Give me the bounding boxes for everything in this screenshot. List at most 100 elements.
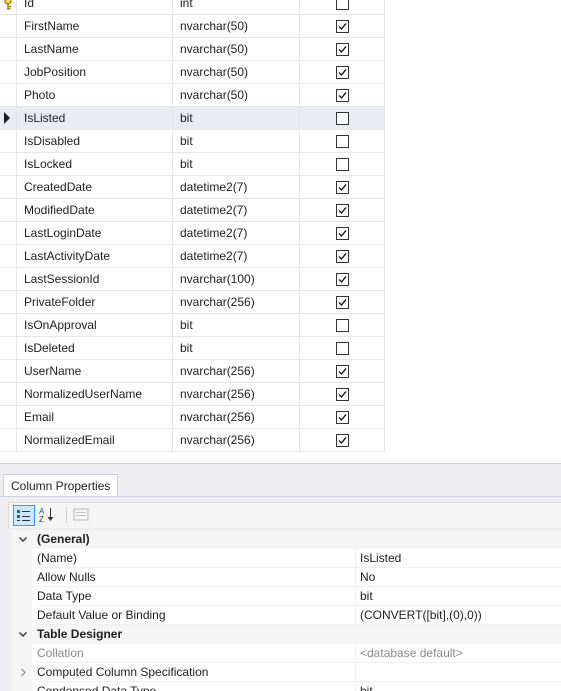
column-name-cell[interactable]: IsDeleted xyxy=(17,337,173,359)
allow-nulls-checkbox[interactable] xyxy=(336,365,349,378)
allow-nulls-checkbox[interactable] xyxy=(336,273,349,286)
data-type-cell[interactable]: bit xyxy=(173,107,300,129)
table-row[interactable]: JobPosition nvarchar(50) xyxy=(0,61,385,84)
data-type-cell[interactable]: bit xyxy=(173,337,300,359)
property-row[interactable]: Allow Nulls No xyxy=(12,568,561,587)
allow-nulls-checkbox[interactable] xyxy=(336,319,349,332)
property-row[interactable]: Default Value or Binding (CONVERT([bit],(… xyxy=(12,606,561,625)
table-row[interactable]: IsDisabled bit xyxy=(0,130,385,153)
column-name-cell[interactable]: LastName xyxy=(17,38,173,60)
table-row[interactable]: PrivateFolder nvarchar(256) xyxy=(0,291,385,314)
row-selector[interactable] xyxy=(0,337,17,359)
data-type-cell[interactable]: bit xyxy=(173,314,300,336)
data-type-cell[interactable]: bit xyxy=(173,153,300,175)
data-type-cell[interactable]: nvarchar(256) xyxy=(173,291,300,313)
chevron-down-icon[interactable] xyxy=(16,530,30,549)
table-row[interactable]: ModifiedDate datetime2(7) xyxy=(0,199,385,222)
allow-nulls-checkbox[interactable] xyxy=(336,89,349,102)
row-selector[interactable] xyxy=(0,107,17,129)
data-type-cell[interactable]: datetime2(7) xyxy=(173,245,300,267)
property-category[interactable]: Table Designer xyxy=(12,625,561,644)
allow-nulls-checkbox[interactable] xyxy=(336,20,349,33)
table-row[interactable]: LastName nvarchar(50) xyxy=(0,38,385,61)
column-name-cell[interactable]: IsLocked xyxy=(17,153,173,175)
table-row[interactable]: Photo nvarchar(50) xyxy=(0,84,385,107)
table-row[interactable]: LastLoginDate datetime2(7) xyxy=(0,222,385,245)
data-type-cell[interactable]: nvarchar(50) xyxy=(173,15,300,37)
chevron-right-icon[interactable] xyxy=(16,663,30,682)
row-selector[interactable] xyxy=(0,245,17,267)
column-name-cell[interactable]: ModifiedDate xyxy=(17,199,173,221)
table-row[interactable]: IsOnApproval bit xyxy=(0,314,385,337)
column-name-cell[interactable]: NormalizedEmail xyxy=(17,429,173,451)
tab-column-properties[interactable]: Column Properties xyxy=(3,474,119,496)
table-row[interactable]: CreatedDate datetime2(7) xyxy=(0,176,385,199)
allow-nulls-checkbox[interactable] xyxy=(336,112,349,125)
table-row[interactable]: Email nvarchar(256) xyxy=(0,406,385,429)
data-type-cell[interactable]: nvarchar(256) xyxy=(173,383,300,405)
data-type-cell[interactable]: datetime2(7) xyxy=(173,222,300,244)
row-selector[interactable] xyxy=(0,84,17,106)
column-name-cell[interactable]: IsDisabled xyxy=(17,130,173,152)
column-name-cell[interactable]: PrivateFolder xyxy=(17,291,173,313)
property-value[interactable]: No xyxy=(355,568,561,587)
chevron-down-icon[interactable] xyxy=(16,625,30,644)
allow-nulls-checkbox[interactable] xyxy=(336,296,349,309)
allow-nulls-checkbox[interactable] xyxy=(336,388,349,401)
allow-nulls-checkbox[interactable] xyxy=(336,434,349,447)
data-type-cell[interactable]: nvarchar(50) xyxy=(173,61,300,83)
row-selector[interactable] xyxy=(0,199,17,221)
data-type-cell[interactable]: nvarchar(256) xyxy=(173,429,300,451)
allow-nulls-checkbox[interactable] xyxy=(336,66,349,79)
data-type-cell[interactable]: datetime2(7) xyxy=(173,176,300,198)
column-name-cell[interactable]: IsOnApproval xyxy=(17,314,173,336)
data-type-cell[interactable]: bit xyxy=(173,130,300,152)
property-value[interactable]: bit xyxy=(355,587,561,606)
data-type-cell[interactable]: nvarchar(50) xyxy=(173,84,300,106)
allow-nulls-checkbox[interactable] xyxy=(336,411,349,424)
alphabetical-button[interactable]: A Z xyxy=(37,505,59,526)
categorized-button[interactable] xyxy=(13,505,35,526)
panel-splitter[interactable] xyxy=(0,463,561,471)
property-value[interactable]: <database default> xyxy=(355,644,561,663)
row-selector[interactable] xyxy=(0,61,17,83)
allow-nulls-checkbox[interactable] xyxy=(336,204,349,217)
allow-nulls-checkbox[interactable] xyxy=(336,0,349,10)
allow-nulls-checkbox[interactable] xyxy=(336,342,349,355)
allow-nulls-checkbox[interactable] xyxy=(336,181,349,194)
row-selector[interactable] xyxy=(0,314,17,336)
table-row[interactable]: NormalizedEmail nvarchar(256) xyxy=(0,429,385,452)
data-type-cell[interactable]: datetime2(7) xyxy=(173,199,300,221)
row-selector[interactable] xyxy=(0,222,17,244)
column-name-cell[interactable]: Email xyxy=(17,406,173,428)
row-selector[interactable] xyxy=(0,0,17,14)
property-category[interactable]: (General) xyxy=(12,530,561,549)
row-selector[interactable] xyxy=(0,176,17,198)
table-row[interactable]: FirstName nvarchar(50) xyxy=(0,15,385,38)
row-selector[interactable] xyxy=(0,383,17,405)
allow-nulls-checkbox[interactable] xyxy=(336,227,349,240)
column-name-cell[interactable]: LastLoginDate xyxy=(17,222,173,244)
table-row[interactable]: IsLocked bit xyxy=(0,153,385,176)
property-value[interactable]: bit xyxy=(355,682,561,691)
column-name-cell[interactable]: FirstName xyxy=(17,15,173,37)
row-selector[interactable] xyxy=(0,360,17,382)
column-name-cell[interactable]: JobPosition xyxy=(17,61,173,83)
row-selector[interactable] xyxy=(0,406,17,428)
column-name-cell[interactable]: IsListed xyxy=(17,107,173,129)
data-type-cell[interactable]: int xyxy=(173,0,300,14)
property-row[interactable]: Collation <database default> xyxy=(12,644,561,663)
column-name-cell[interactable]: UserName xyxy=(17,360,173,382)
row-selector[interactable] xyxy=(0,291,17,313)
property-value[interactable]: (CONVERT([bit],(0),0)) xyxy=(355,606,561,625)
column-name-cell[interactable]: CreatedDate xyxy=(17,176,173,198)
row-selector[interactable] xyxy=(0,15,17,37)
allow-nulls-checkbox[interactable] xyxy=(336,135,349,148)
row-selector[interactable] xyxy=(0,429,17,451)
property-row[interactable]: Condensed Data Type bit xyxy=(12,682,561,691)
table-row[interactable]: IsDeleted bit xyxy=(0,337,385,360)
allow-nulls-checkbox[interactable] xyxy=(336,250,349,263)
table-row[interactable]: LastSessionId nvarchar(100) xyxy=(0,268,385,291)
column-name-cell[interactable]: LastSessionId xyxy=(17,268,173,290)
column-name-cell[interactable]: NormalizedUserName xyxy=(17,383,173,405)
